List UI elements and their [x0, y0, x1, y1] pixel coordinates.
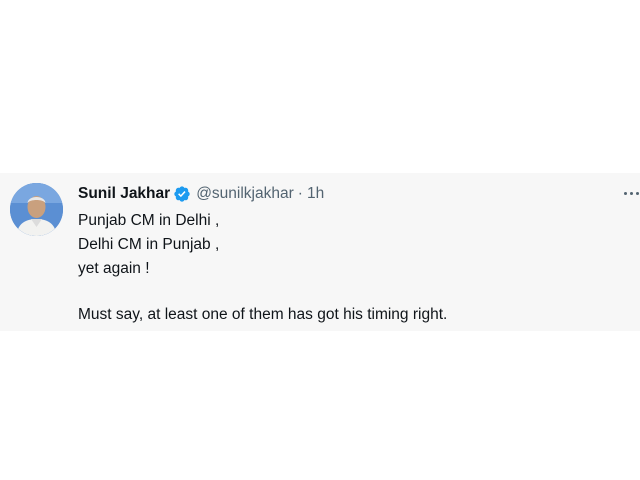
avatar[interactable]	[10, 183, 63, 236]
tweet-line: Must say, at least one of them has got h…	[78, 306, 448, 323]
author-handle[interactable]: @sunilkjakhar	[196, 185, 294, 203]
tweet-timestamp[interactable]: 1h	[307, 185, 324, 203]
author-name[interactable]: Sunil Jakhar	[78, 185, 170, 203]
verified-badge-icon	[173, 185, 191, 203]
header-separator: ·	[297, 185, 303, 202]
profile-photo-icon	[10, 183, 63, 236]
tweet-header: Sunil Jakhar @sunilkjakhar · 1h	[78, 184, 324, 204]
tweet-line: Punjab CM in Delhi ,	[78, 212, 220, 229]
paragraph-break	[78, 281, 618, 303]
tweet-line: Delhi CM in Punjab ,	[78, 236, 220, 253]
tweet-text: Punjab CM in Delhi , Delhi CM in Punjab …	[78, 209, 618, 327]
tweet-card[interactable]: Sunil Jakhar @sunilkjakhar · 1h Punjab C…	[0, 173, 640, 331]
tweet-line: yet again !	[78, 260, 150, 277]
more-options-icon[interactable]	[620, 185, 640, 201]
